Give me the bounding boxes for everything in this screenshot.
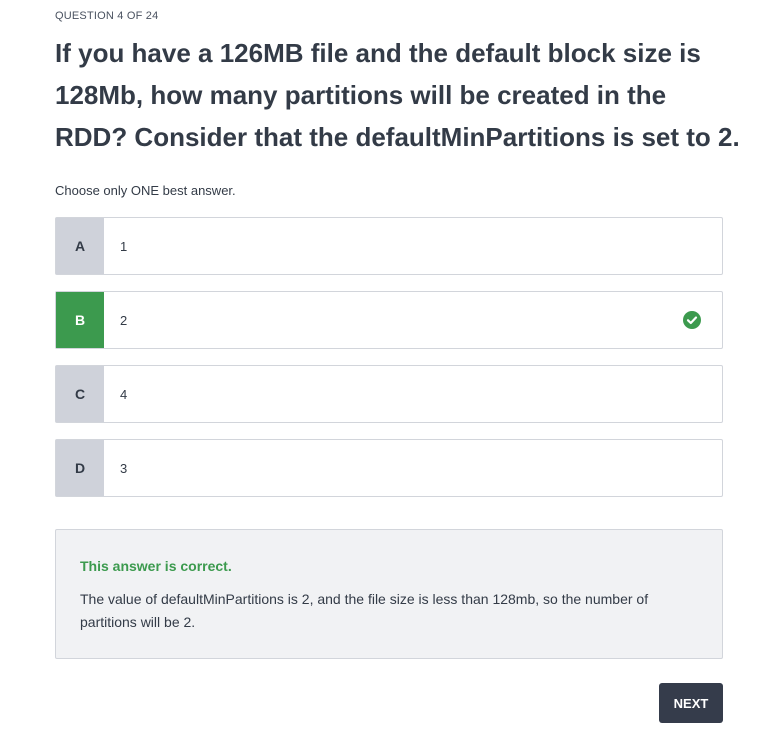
option-letter: A <box>56 218 104 274</box>
option-letter: D <box>56 440 104 496</box>
question-progress: QUESTION 4 OF 24 <box>55 10 159 22</box>
option-text: 2 <box>120 312 128 328</box>
option-c[interactable]: C 4 <box>55 365 723 423</box>
feedback-panel: This answer is correct. The value of def… <box>55 529 723 659</box>
option-a[interactable]: A 1 <box>55 217 723 275</box>
feedback-explanation: The value of defaultMinPartitions is 2, … <box>80 591 649 630</box>
question-text: If you have a 126MB file and the default… <box>55 38 740 152</box>
next-button[interactable]: NEXT <box>659 683 723 723</box>
feedback-title: This answer is correct. <box>80 558 232 574</box>
quiz-page: QUESTION 4 OF 24 If you have a 126MB fil… <box>0 0 766 736</box>
check-circle-icon <box>662 292 722 348</box>
option-letter: C <box>56 366 104 422</box>
option-letter: B <box>56 292 104 348</box>
option-text: 3 <box>120 460 128 476</box>
answer-options: A 1 B 2 C 4 D 3 <box>55 217 723 513</box>
option-text: 1 <box>120 238 128 254</box>
answer-instruction: Choose only ONE best answer. <box>55 183 236 198</box>
option-d[interactable]: D 3 <box>55 439 723 497</box>
option-text: 4 <box>120 386 128 402</box>
option-b[interactable]: B 2 <box>55 291 723 349</box>
